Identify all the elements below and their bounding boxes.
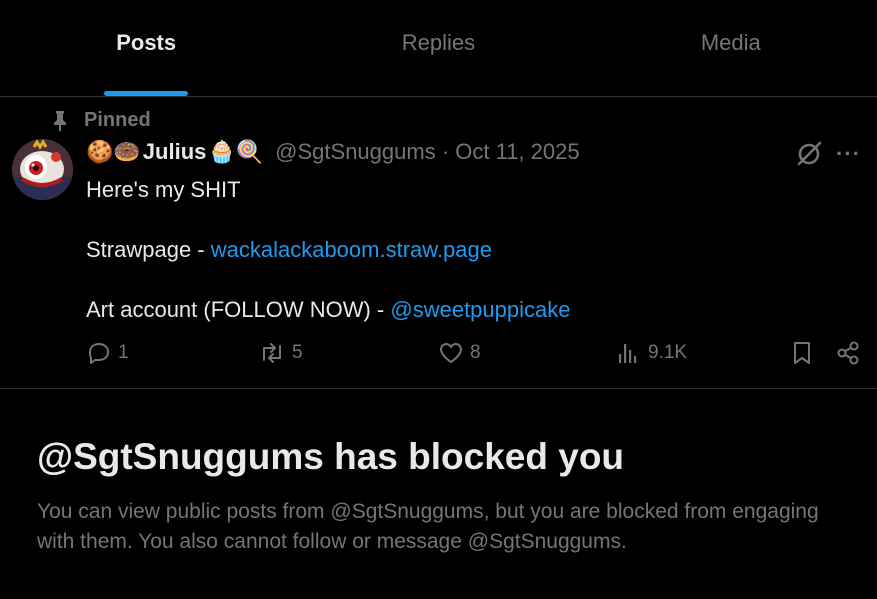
post-text-line: Art account (FOLLOW NOW) - @sweetpuppica… bbox=[86, 295, 846, 325]
tab-replies[interactable]: Replies bbox=[292, 0, 584, 96]
blocked-description: You can view public posts from @SgtSnugg… bbox=[37, 500, 819, 553]
share-icon bbox=[837, 341, 859, 365]
post-actions: 1 5 8 9.1K bbox=[86, 340, 866, 374]
bookmark-icon bbox=[794, 342, 810, 364]
more-icon[interactable]: ··· bbox=[836, 141, 861, 167]
reply-button[interactable]: 1 bbox=[86, 340, 129, 366]
art-account-label: Art account (FOLLOW NOW) - bbox=[86, 297, 391, 322]
avatar[interactable] bbox=[12, 139, 73, 200]
profile-tabs: Posts Replies Media bbox=[0, 0, 877, 97]
blocked-title: @SgtSnuggums has blocked you bbox=[37, 436, 625, 477]
reply-count: 1 bbox=[118, 342, 129, 363]
repost-button[interactable]: 5 bbox=[258, 340, 303, 366]
handle-and-date[interactable]: @SgtSnuggums · Oct 11, 2025 bbox=[275, 139, 579, 165]
name-prefix-emoji: 🍪🍩 bbox=[86, 139, 141, 164]
bookmark-button[interactable] bbox=[790, 340, 814, 366]
like-icon bbox=[440, 343, 462, 363]
post-text-line: Strawpage - wackalackaboom.straw.page bbox=[86, 235, 846, 265]
tab-posts[interactable]: Posts bbox=[0, 0, 292, 96]
repost-icon bbox=[263, 343, 281, 363]
tab-media[interactable]: Media bbox=[585, 0, 877, 96]
post-body: Here's my SHIT Strawpage - wackalackaboo… bbox=[86, 175, 846, 325]
post-header: 🍪🍩 Julius 🧁🍭 @SgtSnuggums · Oct 11, 2025 bbox=[86, 139, 580, 165]
tab-label: Media bbox=[700, 30, 761, 55]
profile-page: Posts Replies Media Pinned 🍪🍩 Julius 🧁🍭 … bbox=[0, 0, 877, 599]
grok-icon[interactable] bbox=[795, 140, 823, 168]
pin-icon bbox=[54, 110, 66, 131]
views-icon bbox=[619, 344, 637, 363]
views-count: 9.1K bbox=[648, 342, 688, 363]
art-account-mention[interactable]: @sweetpuppicake bbox=[390, 297, 570, 322]
strawpage-link[interactable]: wackalackaboom.straw.page bbox=[211, 237, 492, 262]
strawpage-label: Strawpage - bbox=[86, 237, 211, 262]
tab-label: Replies bbox=[401, 30, 476, 55]
pinned-indicator: Pinned bbox=[50, 109, 151, 132]
pinned-label: Pinned bbox=[84, 109, 151, 131]
reply-icon bbox=[89, 343, 109, 364]
repost-count: 5 bbox=[292, 342, 303, 363]
share-button[interactable] bbox=[834, 340, 862, 366]
post-text-line: Here's my SHIT bbox=[86, 177, 241, 202]
name-suffix-emoji: 🧁🍭 bbox=[208, 139, 264, 164]
pinned-post[interactable]: Pinned 🍪🍩 Julius 🧁🍭 @SgtSnuggums · Oct 1… bbox=[0, 97, 877, 389]
active-tab-indicator bbox=[104, 91, 189, 96]
avatar-image bbox=[12, 139, 73, 200]
display-name[interactable]: Julius bbox=[143, 139, 207, 165]
like-button[interactable]: 8 bbox=[438, 340, 481, 366]
tab-label: Posts bbox=[116, 30, 177, 55]
views-button[interactable]: 9.1K bbox=[616, 340, 687, 366]
like-count: 8 bbox=[470, 342, 481, 363]
